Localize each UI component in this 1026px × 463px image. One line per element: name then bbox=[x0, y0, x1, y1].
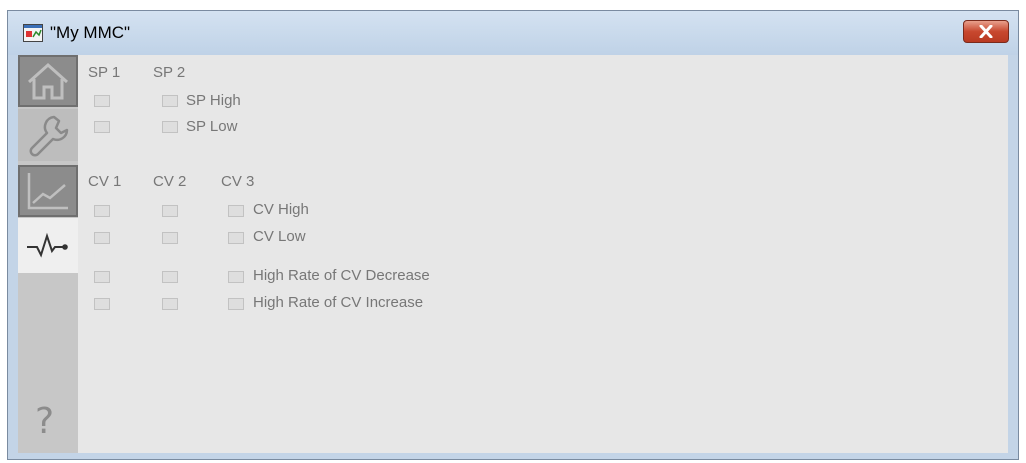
cv1-column-header: CV 1 bbox=[88, 173, 122, 190]
cv2-high-checkbox[interactable] bbox=[162, 205, 178, 217]
window-title: "My MMC" bbox=[50, 23, 131, 42]
cv3-column-header: CV 3 bbox=[221, 173, 255, 190]
app-icon bbox=[23, 24, 43, 42]
faceplate-window: "My MMC" ? SP 1 SP 2 SP High SP Low CV 1… bbox=[7, 10, 1019, 460]
sp2-column-header: SP 2 bbox=[153, 64, 186, 81]
sp-high-label: SP High bbox=[186, 92, 241, 109]
sp1-low-checkbox[interactable] bbox=[94, 121, 110, 133]
sp-low-label: SP Low bbox=[186, 118, 238, 135]
nav-help-button[interactable]: ? bbox=[18, 395, 78, 453]
nav-alarms-button[interactable] bbox=[18, 218, 78, 273]
alarm-config-panel: SP 1 SP 2 SP High SP Low CV 1 CV 2 CV 3 … bbox=[78, 55, 1008, 453]
cv1-low-checkbox[interactable] bbox=[94, 232, 110, 244]
sp2-high-checkbox[interactable] bbox=[162, 95, 178, 107]
cv1-rate-increase-checkbox[interactable] bbox=[94, 298, 110, 310]
close-button[interactable] bbox=[963, 20, 1009, 43]
nav-maintenance-button[interactable] bbox=[18, 109, 78, 161]
cv-rate-decrease-label: High Rate of CV Decrease bbox=[253, 267, 430, 284]
wrench-icon bbox=[29, 115, 69, 157]
alarm-pulse-icon bbox=[27, 232, 68, 258]
cv2-rate-increase-checkbox[interactable] bbox=[162, 298, 178, 310]
cv1-rate-decrease-checkbox[interactable] bbox=[94, 271, 110, 283]
sp1-column-header: SP 1 bbox=[88, 64, 121, 81]
title-bar[interactable]: "My MMC" bbox=[8, 11, 1018, 55]
nav-sidebar: ? bbox=[18, 55, 78, 453]
faceplate-body: ? SP 1 SP 2 SP High SP Low CV 1 CV 2 CV … bbox=[18, 55, 1008, 453]
sp1-high-checkbox[interactable] bbox=[94, 95, 110, 107]
cv2-low-checkbox[interactable] bbox=[162, 232, 178, 244]
home-icon bbox=[27, 62, 69, 100]
cv-rate-increase-label: High Rate of CV Increase bbox=[253, 294, 424, 311]
cv3-rate-decrease-checkbox[interactable] bbox=[228, 271, 244, 283]
cv3-high-checkbox[interactable] bbox=[228, 205, 244, 217]
nav-home-button[interactable] bbox=[18, 55, 78, 107]
cv3-rate-increase-checkbox[interactable] bbox=[228, 298, 244, 310]
cv2-column-header: CV 2 bbox=[153, 173, 187, 190]
sp2-low-checkbox[interactable] bbox=[162, 121, 178, 133]
cv1-high-checkbox[interactable] bbox=[94, 205, 110, 217]
cv-low-label: CV Low bbox=[253, 228, 306, 245]
cv-high-label: CV High bbox=[253, 201, 309, 218]
cv3-low-checkbox[interactable] bbox=[228, 232, 244, 244]
help-icon: ? bbox=[35, 401, 55, 442]
trend-icon bbox=[27, 173, 68, 210]
cv2-rate-decrease-checkbox[interactable] bbox=[162, 271, 178, 283]
close-icon bbox=[979, 25, 993, 38]
nav-trends-button[interactable] bbox=[18, 165, 78, 217]
